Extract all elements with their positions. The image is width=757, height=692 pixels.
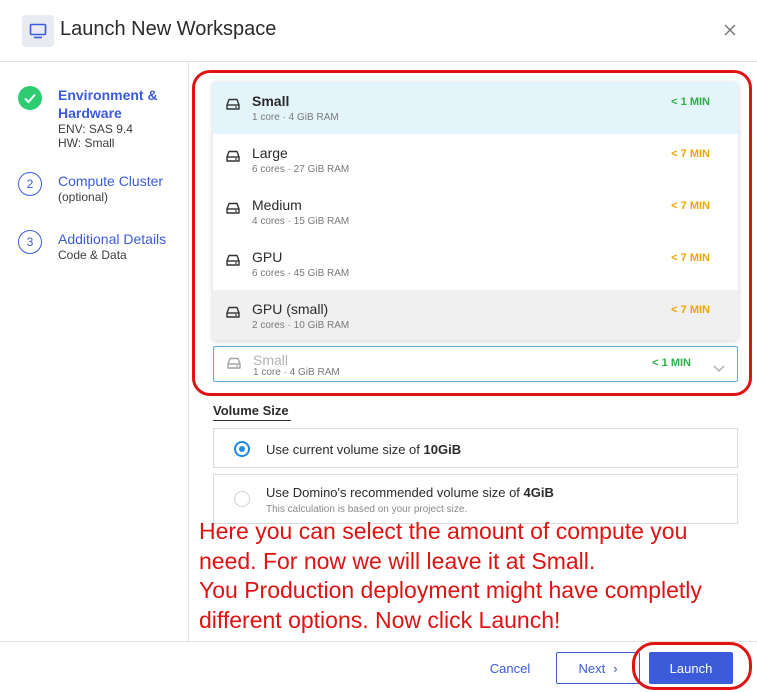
check-icon	[18, 86, 42, 110]
chevron-down-icon[interactable]	[713, 360, 725, 378]
hardware-tier-spec: 6 cores · 45 GiB RAM	[252, 268, 350, 279]
dialog-title: Launch New Workspace	[60, 18, 277, 40]
radio-selected[interactable]	[234, 441, 250, 457]
selected-tier-name: Small	[253, 352, 289, 368]
hardware-tier-option[interactable]: Medium 4 cores · 15 GiB RAM < 7 MIN	[213, 186, 738, 238]
next-label: Next	[578, 660, 606, 676]
step-number-badge: 3	[18, 230, 42, 254]
hardware-tier-spec: 1 core · 4 GiB RAM	[252, 112, 339, 123]
footer-divider	[0, 641, 757, 642]
hardware-tier-select[interactable]: Small 1 core · 4 GiB RAM < 1 MIN	[213, 346, 738, 382]
step-subtitle: Code & Data	[58, 248, 127, 262]
step-subtitle: (optional)	[58, 190, 109, 204]
dialog-header: Launch New Workspace	[0, 0, 757, 62]
hardware-tier-spec: 2 cores · 10 GiB RAM	[252, 320, 350, 331]
steps-sidebar: Environment & Hardware ENV: SAS 9.4 HW: …	[0, 62, 189, 642]
hardware-tier-startup-time: < 7 MIN	[671, 148, 710, 160]
hardware-tier-option[interactable]: GPU (small) 2 cores · 10 GiB RAM < 7 MIN	[213, 290, 738, 340]
hardware-tier-icon	[225, 253, 241, 272]
hardware-tier-name: Medium	[252, 197, 302, 213]
next-button[interactable]: Next ›	[556, 652, 640, 684]
hardware-tier-icon	[225, 97, 241, 116]
step-env-line: ENV: SAS 9.4	[58, 122, 133, 136]
hardware-tier-icon	[225, 305, 241, 324]
step-title: Environment & Hardware	[58, 87, 158, 121]
step-title: Compute Cluster	[58, 173, 164, 189]
hardware-tier-icon	[225, 201, 241, 220]
chevron-right-icon: ›	[613, 660, 618, 676]
hardware-tier-name: GPU	[252, 249, 283, 265]
step-hw-line: HW: Small	[58, 136, 115, 150]
annotation-line: You Production deployment might have com…	[199, 577, 702, 603]
annotation-text: Here you can select the amount of comput…	[199, 517, 755, 635]
hardware-tier-startup-time: < 7 MIN	[671, 252, 710, 264]
volume-option-recommended-label: Use Domino's recommended volume size of …	[266, 485, 554, 500]
selected-tier-spec: 1 core · 4 GiB RAM	[253, 367, 340, 378]
hardware-tier-startup-time: < 7 MIN	[671, 200, 710, 212]
step-title: Additional Details	[58, 231, 167, 247]
selected-tier-time: < 1 MIN	[652, 357, 691, 369]
hardware-tier-name: Small	[252, 93, 290, 109]
hardware-tier-spec: 6 cores · 27 GiB RAM	[252, 164, 350, 175]
hardware-tier-icon	[225, 149, 241, 168]
annotation-line: need. For now we will leave it at Small.	[199, 547, 596, 574]
hardware-tier-icon	[226, 356, 242, 375]
annotation-line: Here you can select the amount of comput…	[199, 518, 688, 544]
step-number-badge: 2	[18, 172, 42, 196]
volume-size-label: Volume Size	[213, 403, 291, 421]
hardware-tier-option[interactable]: Small 1 core · 4 GiB RAM < 1 MIN	[213, 82, 738, 134]
hardware-tier-startup-time: < 7 MIN	[671, 304, 710, 316]
hardware-tier-list: Small 1 core · 4 GiB RAM < 1 MIN Large 6 cor…	[213, 82, 738, 340]
close-icon[interactable]	[720, 20, 740, 40]
hardware-tier-spec: 4 cores · 15 GiB RAM	[252, 216, 350, 227]
volume-option-current[interactable]: Use current volume size of 10GiB	[213, 428, 738, 468]
annotation-line: different options. Now click Launch!	[199, 606, 561, 633]
radio-unselected[interactable]	[234, 491, 250, 507]
hardware-tier-option[interactable]: Large 6 cores · 27 GiB RAM < 7 MIN	[213, 134, 738, 186]
hardware-tier-option[interactable]: GPU 6 cores · 45 GiB RAM < 7 MIN	[213, 238, 738, 290]
volume-option-note: This calculation is based on your projec…	[266, 504, 468, 515]
hardware-tier-startup-time: < 1 MIN	[671, 96, 710, 108]
launch-button[interactable]: Launch	[649, 652, 733, 684]
hardware-tier-name: Large	[252, 145, 288, 161]
monitor-icon	[22, 15, 54, 47]
cancel-button[interactable]: Cancel	[475, 652, 545, 684]
hardware-tier-name: GPU (small)	[252, 301, 329, 317]
volume-option-current-label: Use current volume size of 10GiB	[266, 442, 462, 457]
